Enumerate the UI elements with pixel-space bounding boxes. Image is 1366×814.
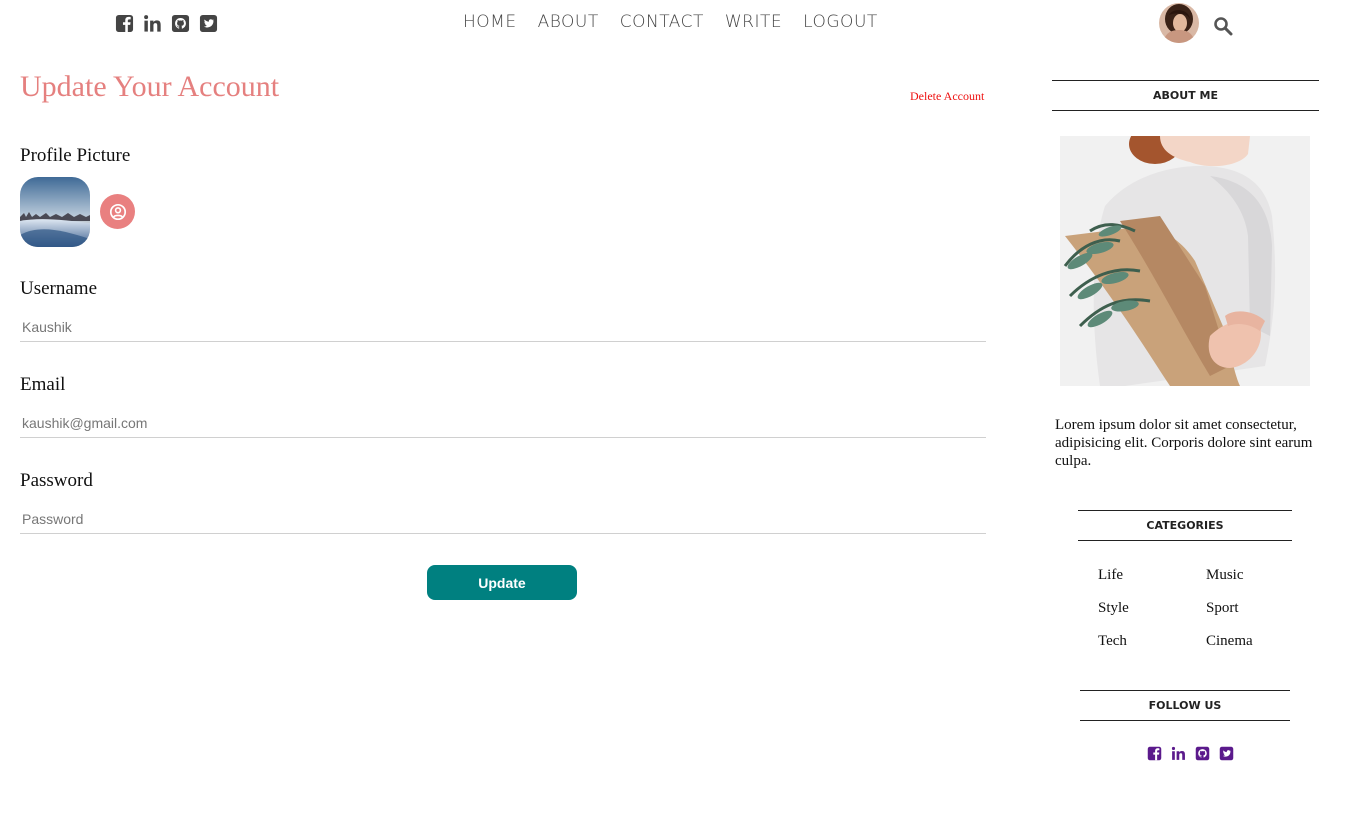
github-square-icon[interactable]	[171, 14, 190, 33]
nav-home[interactable]: HOME	[463, 12, 517, 32]
follow-us-heading: FOLLOW US	[1080, 690, 1290, 721]
profile-picture	[20, 177, 90, 247]
linkedin-icon[interactable]	[143, 14, 162, 33]
category-life[interactable]: Life	[1098, 566, 1206, 584]
username-field[interactable]	[20, 312, 986, 342]
email-label: Email	[20, 374, 66, 395]
category-music[interactable]: Music	[1206, 566, 1298, 584]
nav-about[interactable]: ABOUT	[538, 12, 599, 32]
facebook-square-icon[interactable]	[115, 14, 134, 33]
follow-social-links	[1147, 746, 1234, 761]
nav-write[interactable]: WRITE	[725, 12, 782, 32]
twitter-square-icon[interactable]	[199, 14, 218, 33]
category-cinema[interactable]: Cinema	[1206, 632, 1298, 650]
page-title: Update Your Account	[20, 70, 280, 103]
about-me-heading: ABOUT ME	[1052, 80, 1319, 111]
update-button[interactable]: Update	[427, 565, 577, 600]
facebook-square-icon[interactable]	[1147, 746, 1162, 761]
nav-logout[interactable]: LOGOUT	[803, 12, 878, 32]
user-avatar[interactable]	[1159, 3, 1199, 43]
main-nav: HOME ABOUT CONTACT WRITE LOGOUT	[463, 12, 878, 32]
nav-contact[interactable]: CONTACT	[620, 12, 704, 32]
password-label: Password	[20, 470, 93, 491]
category-sport[interactable]: Sport	[1206, 599, 1298, 617]
delete-account-link[interactable]: Delete Account	[910, 89, 984, 104]
user-circle-icon	[109, 203, 126, 220]
search-icon[interactable]	[1213, 16, 1233, 36]
category-style[interactable]: Style	[1098, 599, 1206, 617]
profile-picture-label: Profile Picture	[20, 145, 131, 166]
about-me-image	[1060, 136, 1310, 386]
github-square-icon[interactable]	[1195, 746, 1210, 761]
categories-heading: CATEGORIES	[1078, 510, 1292, 541]
profile-picture-upload-button[interactable]	[100, 194, 135, 229]
category-list: Life Music Style Sport Tech Cinema	[1098, 566, 1298, 650]
email-field[interactable]	[20, 408, 986, 438]
category-tech[interactable]: Tech	[1098, 632, 1206, 650]
password-field[interactable]	[20, 504, 986, 534]
about-me-text: Lorem ipsum dolor sit amet consectetur, …	[1055, 417, 1313, 469]
twitter-square-icon[interactable]	[1219, 746, 1234, 761]
username-label: Username	[20, 278, 98, 299]
linkedin-icon[interactable]	[1171, 746, 1186, 761]
top-bar: HOME ABOUT CONTACT WRITE LOGOUT	[0, 0, 1366, 50]
top-social-links	[115, 14, 218, 33]
